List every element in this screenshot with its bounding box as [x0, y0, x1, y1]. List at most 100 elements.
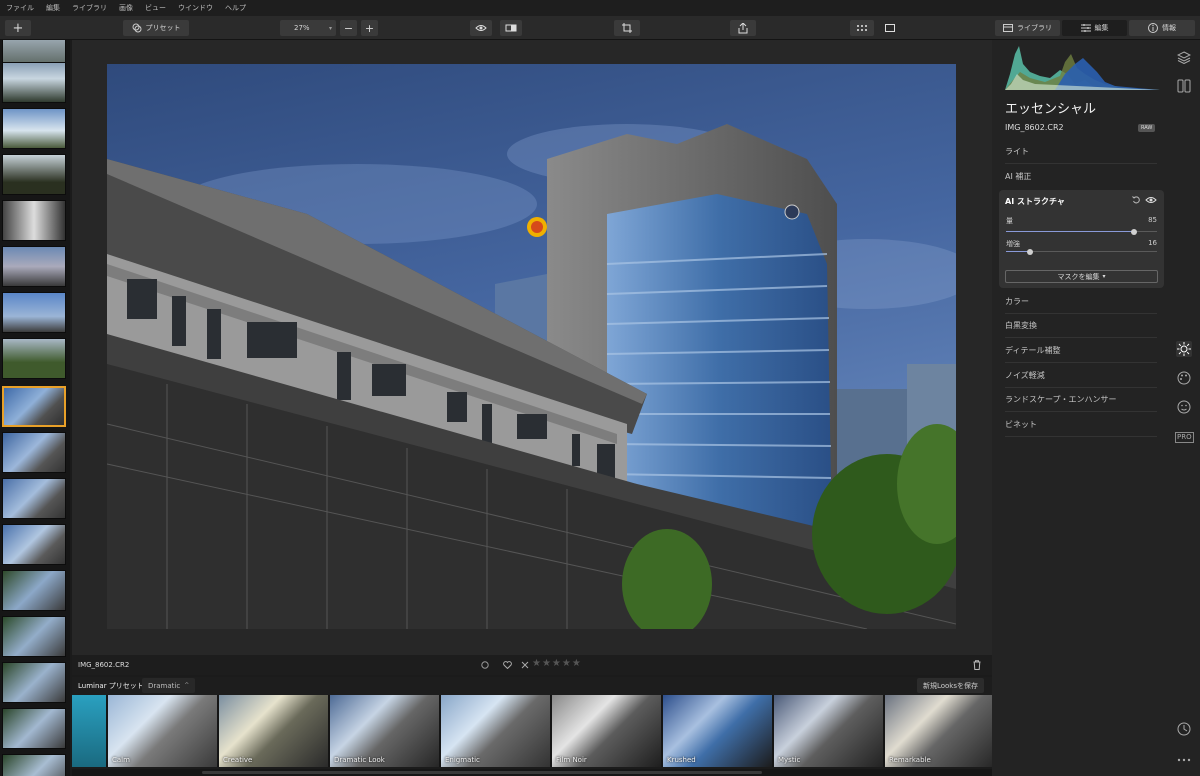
section-bw[interactable]: 白黒変換 [1005, 314, 1157, 338]
share-button[interactable] [730, 20, 756, 36]
tab-info-label: 情報 [1162, 24, 1176, 32]
slider-knob[interactable] [1131, 229, 1137, 235]
filmstrip-thumb[interactable] [2, 570, 66, 611]
visibility-eye-icon[interactable] [1145, 196, 1157, 204]
menu-bar: ファイル 編集 ライブラリ 画像 ビュー ウインドウ ヘルプ [0, 0, 1200, 16]
section-denoise[interactable]: ノイズ軽減 [1005, 364, 1157, 388]
presets-section-label: Luminar プリセット [78, 682, 144, 690]
section-ai-enhance[interactable]: AI 補正 [1005, 164, 1157, 188]
filmstrip-thumb[interactable] [2, 662, 66, 703]
grid-icon [857, 24, 867, 31]
section-landscape-enhancer[interactable]: ランドスケープ・エンハンサー [1005, 388, 1157, 412]
section-color[interactable]: カラー [1005, 290, 1157, 314]
look-thumb-film-noir[interactable]: Film Noir [552, 695, 661, 767]
look-thumb-krushed[interactable]: Krushed [663, 695, 772, 767]
filmstrip-thumb[interactable] [2, 754, 66, 776]
section-label: AI 補正 [1005, 171, 1032, 181]
main-photo[interactable] [107, 64, 956, 629]
more-options-icon[interactable] [1176, 752, 1192, 768]
creative-palette-icon[interactable] [1176, 370, 1192, 386]
compare-icon [505, 24, 517, 32]
single-view-icon [885, 24, 895, 32]
ai-structure-title: AI ストラクチャ [1005, 197, 1065, 206]
look-label: Remarkable [889, 756, 931, 764]
filmstrip-thumb[interactable] [2, 200, 66, 241]
edit-mask-label: マスクを編集 [1057, 272, 1100, 281]
layers-icon[interactable] [1176, 49, 1192, 65]
filmstrip-thumb[interactable] [2, 478, 66, 519]
tab-library[interactable]: ライブラリ [995, 20, 1060, 36]
look-thumb-creative[interactable]: Creative [219, 695, 328, 767]
history-clock-icon[interactable] [1176, 721, 1192, 737]
look-thumb-enigmatic[interactable]: Enigmatic [441, 695, 550, 767]
reset-icon[interactable] [1132, 196, 1140, 204]
menu-edit[interactable]: 編集 [46, 3, 60, 13]
looks-scrollbar[interactable] [72, 769, 992, 776]
grid-view-button[interactable] [850, 20, 874, 36]
add-button[interactable]: + [5, 20, 31, 36]
favorite-heart-icon[interactable] [503, 661, 512, 669]
tab-info[interactable]: 情報 [1129, 20, 1195, 36]
info-icon [1148, 23, 1158, 33]
look-label: Mystic [778, 756, 801, 764]
filmstrip-thumb[interactable] [2, 154, 66, 195]
look-thumb-calm[interactable]: Calm [108, 695, 217, 767]
essentials-sun-icon[interactable] [1176, 341, 1192, 357]
edit-mask-button[interactable]: マスクを編集 ▾ [1005, 270, 1158, 283]
menu-help[interactable]: ヘルプ [225, 3, 246, 13]
crop-button[interactable] [614, 20, 640, 36]
preset-category-dropdown[interactable]: Dramatic ^ [142, 678, 196, 693]
filmstrip-thumb[interactable] [2, 292, 66, 333]
tab-library-label: ライブラリ [1017, 24, 1052, 32]
pro-badge[interactable]: PRO [1175, 432, 1194, 443]
preview-toggle[interactable] [470, 20, 492, 36]
look-thumb-remarkable[interactable]: Remarkable [885, 695, 992, 767]
look-thumb-dramatic-look[interactable]: Dramatic Look [330, 695, 439, 767]
filmstrip-thumb[interactable] [2, 432, 66, 473]
filmstrip-thumb-selected[interactable] [2, 386, 66, 427]
filmstrip-thumb[interactable] [2, 108, 66, 149]
section-label: ノイズ軽減 [1005, 371, 1045, 380]
menu-window[interactable]: ウインドウ [178, 3, 213, 13]
chevron-down-icon: ▾ [1102, 273, 1106, 280]
filmstrip-thumb[interactable] [2, 708, 66, 749]
look-thumb-mystic[interactable]: Mystic [774, 695, 883, 767]
filmstrip-thumb[interactable] [2, 246, 66, 287]
panel-title: エッセンシャル [1005, 102, 1097, 117]
compare-toggle[interactable] [500, 20, 522, 36]
filmstrip-thumb[interactable] [2, 616, 66, 657]
chevron-up-icon: ^ [184, 682, 190, 689]
menu-view[interactable]: ビュー [145, 3, 166, 13]
filmstrip-thumb[interactable] [2, 338, 66, 379]
canvas-icon[interactable] [1176, 78, 1192, 94]
histogram [1005, 46, 1160, 90]
slider-knob[interactable] [1027, 249, 1033, 255]
save-new-look-button[interactable]: 新規Looksを保存 [916, 678, 984, 693]
scroll-thumb[interactable] [202, 771, 762, 774]
section-detail[interactable]: ディテール補整 [1005, 339, 1157, 363]
look-thumb-partial[interactable] [72, 695, 106, 767]
star-rating[interactable]: ★★★★★ [532, 658, 582, 669]
boost-slider[interactable] [1006, 249, 1157, 255]
portrait-face-icon[interactable] [1176, 399, 1192, 415]
zoom-select[interactable]: 27% ▾ [280, 20, 336, 36]
tab-edit[interactable]: 編集 [1062, 20, 1127, 36]
trash-icon[interactable] [973, 660, 981, 670]
preset-bar: Luminar プリセット Dramatic ^ 新規Looksを保存 [72, 677, 992, 695]
filmstrip-thumb[interactable] [2, 62, 66, 103]
zoom-in-button[interactable]: + [361, 20, 378, 36]
single-view-button[interactable] [878, 20, 902, 36]
menu-image[interactable]: 画像 [119, 3, 133, 13]
section-light[interactable]: ライト [1005, 140, 1157, 164]
image-canvas [72, 40, 992, 655]
zoom-out-button[interactable]: − [340, 20, 357, 36]
presets-button[interactable]: プリセット [123, 20, 189, 36]
menu-file[interactable]: ファイル [6, 3, 34, 13]
amount-slider[interactable] [1006, 229, 1157, 235]
reject-x-icon[interactable] [521, 661, 529, 669]
section-vignette[interactable]: ビネット [1005, 413, 1157, 437]
color-label-icon[interactable] [481, 661, 489, 669]
look-label: Dramatic Look [334, 756, 385, 764]
menu-library[interactable]: ライブラリ [72, 3, 107, 13]
filmstrip-thumb[interactable] [2, 524, 66, 565]
